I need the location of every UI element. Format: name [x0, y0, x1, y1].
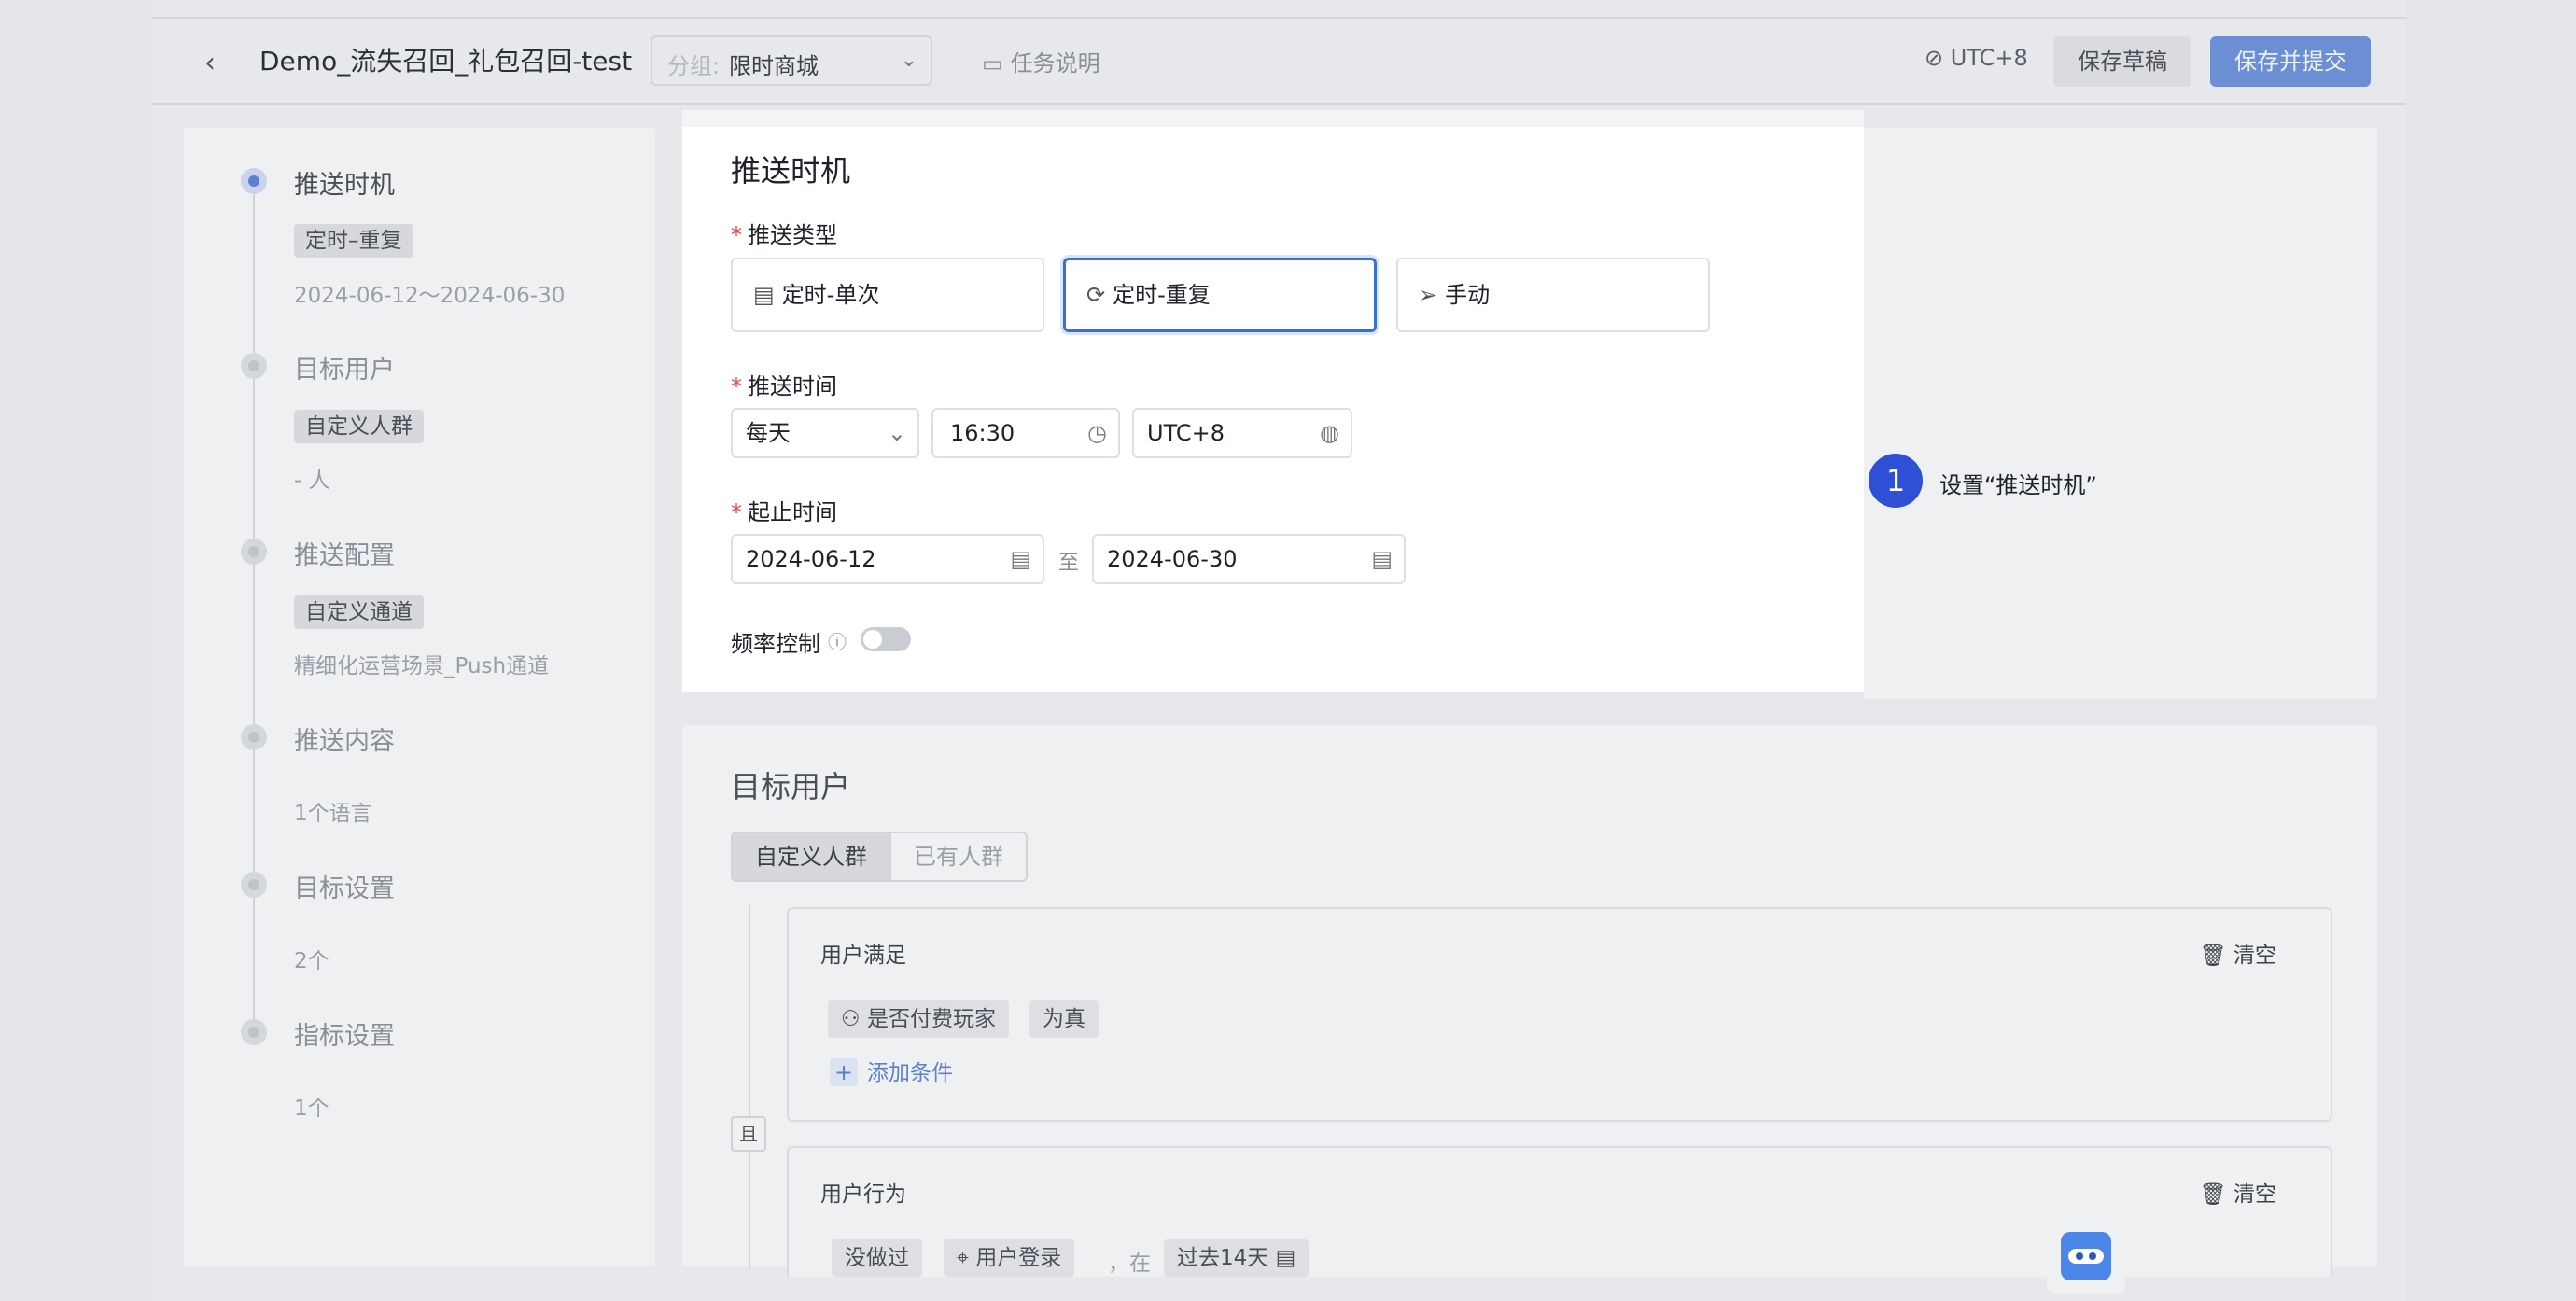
- step-dot-config: [241, 539, 267, 565]
- sidebar-step-content[interactable]: 推送内容: [294, 720, 395, 757]
- step-sub-timing: 2024-06-12～2024-06-30: [294, 284, 566, 308]
- required-mark: *: [731, 222, 742, 248]
- step-dot-timing: [241, 168, 267, 194]
- chevron-down-icon: ⌄: [900, 49, 917, 72]
- push-time-label: * 推送时间: [731, 373, 837, 399]
- callout-badge: 1: [1869, 454, 1923, 508]
- task-description-link[interactable]: ▭ 任务说明: [982, 45, 1100, 77]
- push-type-label: * 推送类型: [731, 222, 837, 248]
- step-sub-goal: 2个: [294, 949, 329, 973]
- timing-card: [682, 110, 1864, 692]
- group-select-value: 限时商城: [729, 53, 819, 79]
- sidebar-step-timing[interactable]: 推送时机: [294, 164, 395, 201]
- time-picker[interactable]: 16:30 ◷: [931, 408, 1120, 458]
- step-dot-content: [241, 724, 267, 750]
- sidebar-step-metric[interactable]: 指标设置: [294, 1015, 395, 1052]
- calendar-icon: ▤: [753, 282, 775, 308]
- group-select[interactable]: 分组: 限时商城 ⌄: [651, 35, 932, 86]
- task-title: Demo_流失召回_礼包召回-test: [259, 46, 633, 77]
- cursor-icon: ➢: [1419, 282, 1438, 308]
- globe-icon: ◍: [1320, 420, 1339, 446]
- step-tag-config: 自定义通道: [294, 595, 424, 629]
- back-button[interactable]: ‹: [191, 45, 229, 82]
- push-type-once[interactable]: ▤ 定时-单次: [731, 258, 1044, 332]
- period-chip[interactable]: 过去14天 ▤: [1164, 1239, 1309, 1277]
- timing-card-top-band: [682, 110, 1864, 127]
- event-icon: ⌖: [957, 1246, 976, 1270]
- step-sub-target: - 人: [294, 469, 330, 493]
- tab-existing-audience[interactable]: 已有人群: [889, 832, 1028, 882]
- step-sub-content: 1个语言: [294, 802, 372, 826]
- info-icon[interactable]: ⓘ: [828, 627, 847, 654]
- push-type-manual[interactable]: ➢ 手动: [1396, 258, 1710, 332]
- required-mark: *: [731, 499, 742, 525]
- step-sub-metric: 1个: [294, 1097, 329, 1121]
- chevron-down-icon: ⌄: [887, 420, 906, 446]
- step-dot-metric: [241, 1019, 267, 1045]
- timing-card-right: [1864, 128, 2377, 699]
- user-attr-icon: ⚇: [841, 1007, 867, 1031]
- target-section-title: 目标用户: [731, 769, 851, 804]
- end-date-picker[interactable]: 2024-06-30 ▤: [1092, 534, 1406, 584]
- timezone-select[interactable]: UTC+8 ◍: [1132, 408, 1352, 458]
- freq-control-label: 频率控制: [731, 631, 820, 657]
- chevron-left-icon: ‹: [204, 47, 216, 79]
- step-tag-target: 自定义人群: [294, 410, 424, 443]
- callout-text: 设置“推送时机”: [1939, 472, 2097, 498]
- robot-eye-left: [2076, 1252, 2083, 1260]
- add-condition-button[interactable]: + 添加条件: [830, 1055, 953, 1086]
- clear-button[interactable]: 🗑 清空: [2199, 937, 2276, 969]
- user-satisfy-title: 用户满足: [820, 944, 906, 968]
- save-draft-button[interactable]: 保存草稿: [2053, 36, 2191, 87]
- start-date-picker[interactable]: 2024-06-12 ▤: [731, 534, 1044, 584]
- sidebar-step-goal[interactable]: 目标设置: [294, 868, 395, 904]
- trash-icon: 🗑: [2199, 1182, 2233, 1207]
- frequency-select[interactable]: 每天 ⌄: [731, 408, 919, 458]
- robot-eye-right: [2089, 1252, 2096, 1260]
- sidebar-step-target[interactable]: 目标用户: [294, 349, 395, 385]
- attribute-chip[interactable]: ⚇ 是否付费玩家: [828, 1000, 1009, 1038]
- push-type-repeat[interactable]: ⟳ 定时-重复: [1063, 258, 1377, 332]
- timing-section-title: 推送时机: [731, 153, 851, 189]
- step-dot-goal: [241, 872, 267, 898]
- event-chip[interactable]: ⌖ 用户登录: [944, 1239, 1075, 1277]
- required-mark: *: [731, 373, 742, 399]
- trash-icon: 🗑: [2199, 944, 2233, 968]
- user-behavior-title: 用户行为: [820, 1182, 906, 1207]
- tab-custom-audience[interactable]: 自定义人群: [731, 832, 891, 882]
- message-icon: ▭: [982, 50, 1003, 77]
- range-separator: 至: [1058, 552, 1080, 575]
- robot-eyes: [2068, 1249, 2104, 1264]
- group-select-label: 分组:: [667, 53, 721, 79]
- range-label: * 起止时间: [731, 499, 837, 525]
- timezone-label: UTC+8: [1950, 45, 2028, 71]
- sidebar-step-config[interactable]: 推送配置: [294, 535, 395, 571]
- behavior-separator: ，在: [1108, 1252, 1151, 1276]
- save-submit-button[interactable]: 保存并提交: [2210, 36, 2371, 87]
- plus-icon: +: [830, 1058, 858, 1086]
- step-tag-timing: 定时–重复: [294, 224, 413, 258]
- clear-button[interactable]: 🗑 清空: [2199, 1176, 2276, 1208]
- step-dot-target: [241, 353, 267, 379]
- refresh-icon: ⟳: [1086, 282, 1106, 308]
- freq-control-toggle[interactable]: [861, 627, 911, 651]
- clock-icon: ◷: [1087, 420, 1107, 446]
- calendar-icon: ▤: [1371, 546, 1393, 572]
- condition-tree-line: [749, 905, 750, 1269]
- not-done-chip[interactable]: 没做过: [832, 1239, 922, 1277]
- user-satisfy-group: 用户满足 🗑 清空 ⚇ 是否付费玩家 为真 + 添加条件: [787, 907, 2332, 1122]
- value-chip[interactable]: 为真: [1029, 1000, 1099, 1038]
- and-logic-toggle[interactable]: 且: [731, 1116, 766, 1152]
- steps-timeline: [253, 180, 255, 1031]
- calendar-icon: ▤: [1010, 546, 1031, 572]
- task-description-label: 任务说明: [1010, 50, 1100, 77]
- calendar-icon: ▤: [1268, 1246, 1296, 1270]
- timezone-indicator[interactable]: ⊘ UTC+8: [1925, 45, 2028, 71]
- globe-icon: ⊘: [1925, 45, 1951, 71]
- step-sub-config: 精细化运营场景_Push通道: [294, 654, 550, 678]
